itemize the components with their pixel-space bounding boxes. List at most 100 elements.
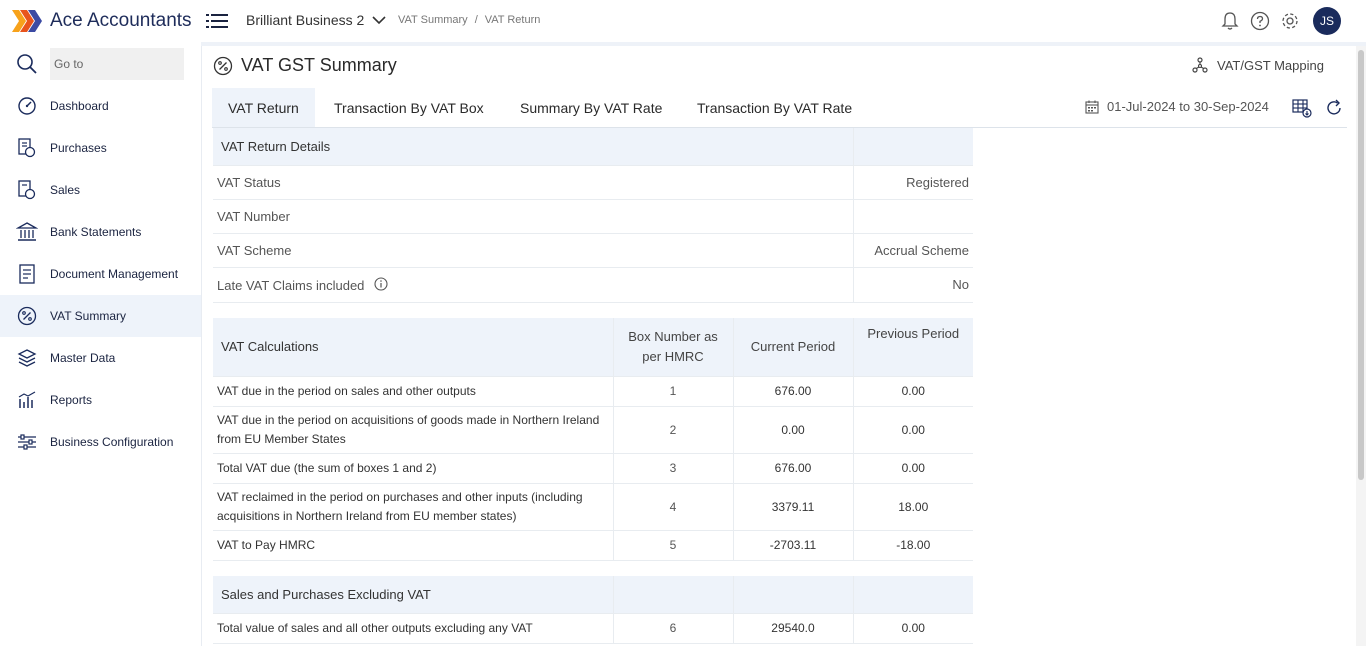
vat-calculations-table: VAT Calculations Box Number as per HMRC … — [213, 318, 973, 561]
percent-icon — [17, 306, 37, 326]
table-row: Total value of sales and all other outpu… — [213, 613, 973, 644]
sidebar-item-label: Bank Statements — [50, 225, 142, 239]
vat-gst-mapping-button[interactable]: VAT/GST Mapping — [1192, 57, 1324, 73]
table-header-row: VAT Return Details — [213, 128, 973, 166]
tab-summary-by-vat-rate[interactable]: Summary By VAT Rate — [504, 88, 678, 127]
chart-icon — [18, 391, 36, 408]
row-description: VAT due in the period on acquisitions of… — [213, 406, 613, 454]
goto-input[interactable] — [50, 48, 184, 80]
avatar[interactable]: JS — [1313, 7, 1341, 35]
tab-vat-return[interactable]: VAT Return — [212, 88, 315, 127]
row-box: 1 — [612, 376, 733, 407]
database-icon — [17, 349, 37, 367]
sales-purchases-table: Sales and Purchases Excluding VAT Total … — [213, 576, 973, 644]
late-claims-cell: Late VAT Claims included — [213, 267, 853, 303]
sidebar-item-label: Purchases — [50, 141, 107, 155]
sidebar-item-label: Sales — [50, 183, 81, 197]
breadcrumb: VAT Summary / VAT Return — [398, 14, 540, 26]
sidebar-item-vat-summary[interactable]: VAT Summary — [0, 295, 201, 337]
refresh-icon[interactable] — [1324, 98, 1344, 118]
row-box: 2 — [612, 406, 733, 454]
sidebar-item-reports[interactable]: Reports — [0, 379, 201, 421]
col-current-period: Current Period — [732, 318, 853, 377]
vat-number-value — [852, 199, 973, 234]
scrollbar-thumb[interactable] — [1358, 50, 1364, 480]
bank-icon — [16, 222, 38, 241]
row-previous: 0.00 — [852, 453, 973, 484]
vat-status-value: Registered — [852, 165, 973, 200]
search-icon[interactable] — [16, 53, 38, 75]
table-row: VAT reclaimed in the period on purchases… — [213, 483, 973, 531]
table-row: VAT Number — [213, 199, 973, 234]
tab-transaction-by-vat-rate[interactable]: Transaction By VAT Rate — [681, 88, 868, 127]
table-header-row: VAT Calculations Box Number as per HMRC … — [213, 318, 973, 377]
export-table-icon[interactable] — [1292, 98, 1312, 118]
sidebar-item-label: Reports — [50, 393, 93, 407]
chevron-down-icon — [372, 15, 386, 24]
breadcrumb-vat-summary[interactable]: VAT Summary — [398, 14, 468, 26]
header-cell — [612, 576, 733, 614]
sidebar: Dashboard Purchases Sales Bank Statement… — [0, 42, 201, 646]
network-icon — [1192, 57, 1208, 73]
row-box: 5 — [612, 530, 733, 561]
hamburger-menu-icon[interactable] — [206, 11, 228, 31]
header-cell — [852, 576, 973, 614]
sidebar-item-master-data[interactable]: Master Data — [0, 337, 201, 379]
late-claims-label: Late VAT Claims included — [217, 277, 365, 293]
row-previous: 0.00 — [852, 406, 973, 454]
gear-icon[interactable] — [1280, 11, 1300, 31]
header-cell — [852, 128, 973, 166]
table-row: Late VAT Claims included No — [213, 267, 973, 303]
search-row — [0, 48, 201, 82]
late-claims-value: No — [852, 267, 973, 303]
sidebar-item-bank-statements[interactable]: Bank Statements — [0, 211, 201, 253]
vat-scheme-value: Accrual Scheme — [852, 233, 973, 268]
gauge-icon — [18, 97, 36, 115]
row-description: VAT reclaimed in the period on purchases… — [213, 483, 613, 531]
col-previous-period: Previous Period — [852, 318, 973, 377]
row-current: -2703.11 — [732, 530, 853, 561]
sidebar-item-label: VAT Summary — [50, 309, 127, 323]
top-bar: Ace Accountants Brilliant Business 2 VAT… — [0, 0, 1366, 42]
bell-icon[interactable] — [1220, 11, 1240, 31]
table-row: VAT due in the period on sales and other… — [213, 376, 973, 407]
main-content: VAT GST Summary VAT/GST Mapping VAT Retu… — [201, 46, 1356, 646]
business-name: Brilliant Business 2 — [246, 12, 365, 28]
period-label: 01-Jul-2024 to 30-Sep-2024 — [1107, 99, 1269, 114]
row-description: Total VAT due (the sum of boxes 1 and 2) — [213, 453, 613, 484]
col-box-number: Box Number as per HMRC — [612, 318, 733, 377]
breadcrumb-separator: / — [474, 14, 478, 26]
row-previous: 0.00 — [852, 613, 973, 644]
table-header-row: Sales and Purchases Excluding VAT — [213, 576, 973, 614]
row-description: VAT to Pay HMRC — [213, 530, 613, 561]
period-selector[interactable]: 01-Jul-2024 to 30-Sep-2024 — [1085, 99, 1269, 114]
help-icon[interactable] — [1250, 11, 1270, 31]
row-description: Total value of sales and all other outpu… — [213, 613, 613, 644]
breadcrumb-vat-return: VAT Return — [484, 14, 541, 26]
sales-icon — [18, 180, 36, 200]
page-title: VAT GST Summary — [241, 55, 397, 75]
row-current: 0.00 — [732, 406, 853, 454]
info-icon[interactable] — [374, 276, 388, 291]
sidebar-item-purchases[interactable]: Purchases — [0, 127, 201, 169]
row-description: VAT due in the period on sales and other… — [213, 376, 613, 407]
vat-return-details-table: VAT Return Details VAT Status Registered… — [213, 128, 973, 303]
sidebar-item-dashboard[interactable]: Dashboard — [0, 85, 201, 127]
header-cell — [732, 576, 853, 614]
sidebar-item-sales[interactable]: Sales — [0, 169, 201, 211]
app-title: Ace Accountants — [50, 10, 192, 31]
table-row: VAT to Pay HMRC 5 -2703.11 -18.00 — [213, 530, 973, 561]
row-current: 3379.11 — [732, 483, 853, 531]
business-selector[interactable]: Brilliant Business 2 — [246, 12, 386, 28]
tab-transaction-by-vat-box[interactable]: Transaction By VAT Box — [318, 88, 500, 127]
vertical-scrollbar[interactable] — [1356, 46, 1366, 646]
table-row: VAT Status Registered — [213, 165, 973, 200]
document-icon — [19, 264, 35, 284]
sidebar-item-label: Dashboard — [50, 99, 109, 113]
sidebar-item-label: Master Data — [50, 351, 116, 365]
sidebar-item-document-management[interactable]: Document Management — [0, 253, 201, 295]
sidebar-item-business-configuration[interactable]: Business Configuration — [0, 421, 201, 463]
row-current: 676.00 — [732, 453, 853, 484]
sidebar-item-label: Document Management — [50, 267, 179, 281]
details-header: VAT Return Details — [213, 128, 853, 166]
